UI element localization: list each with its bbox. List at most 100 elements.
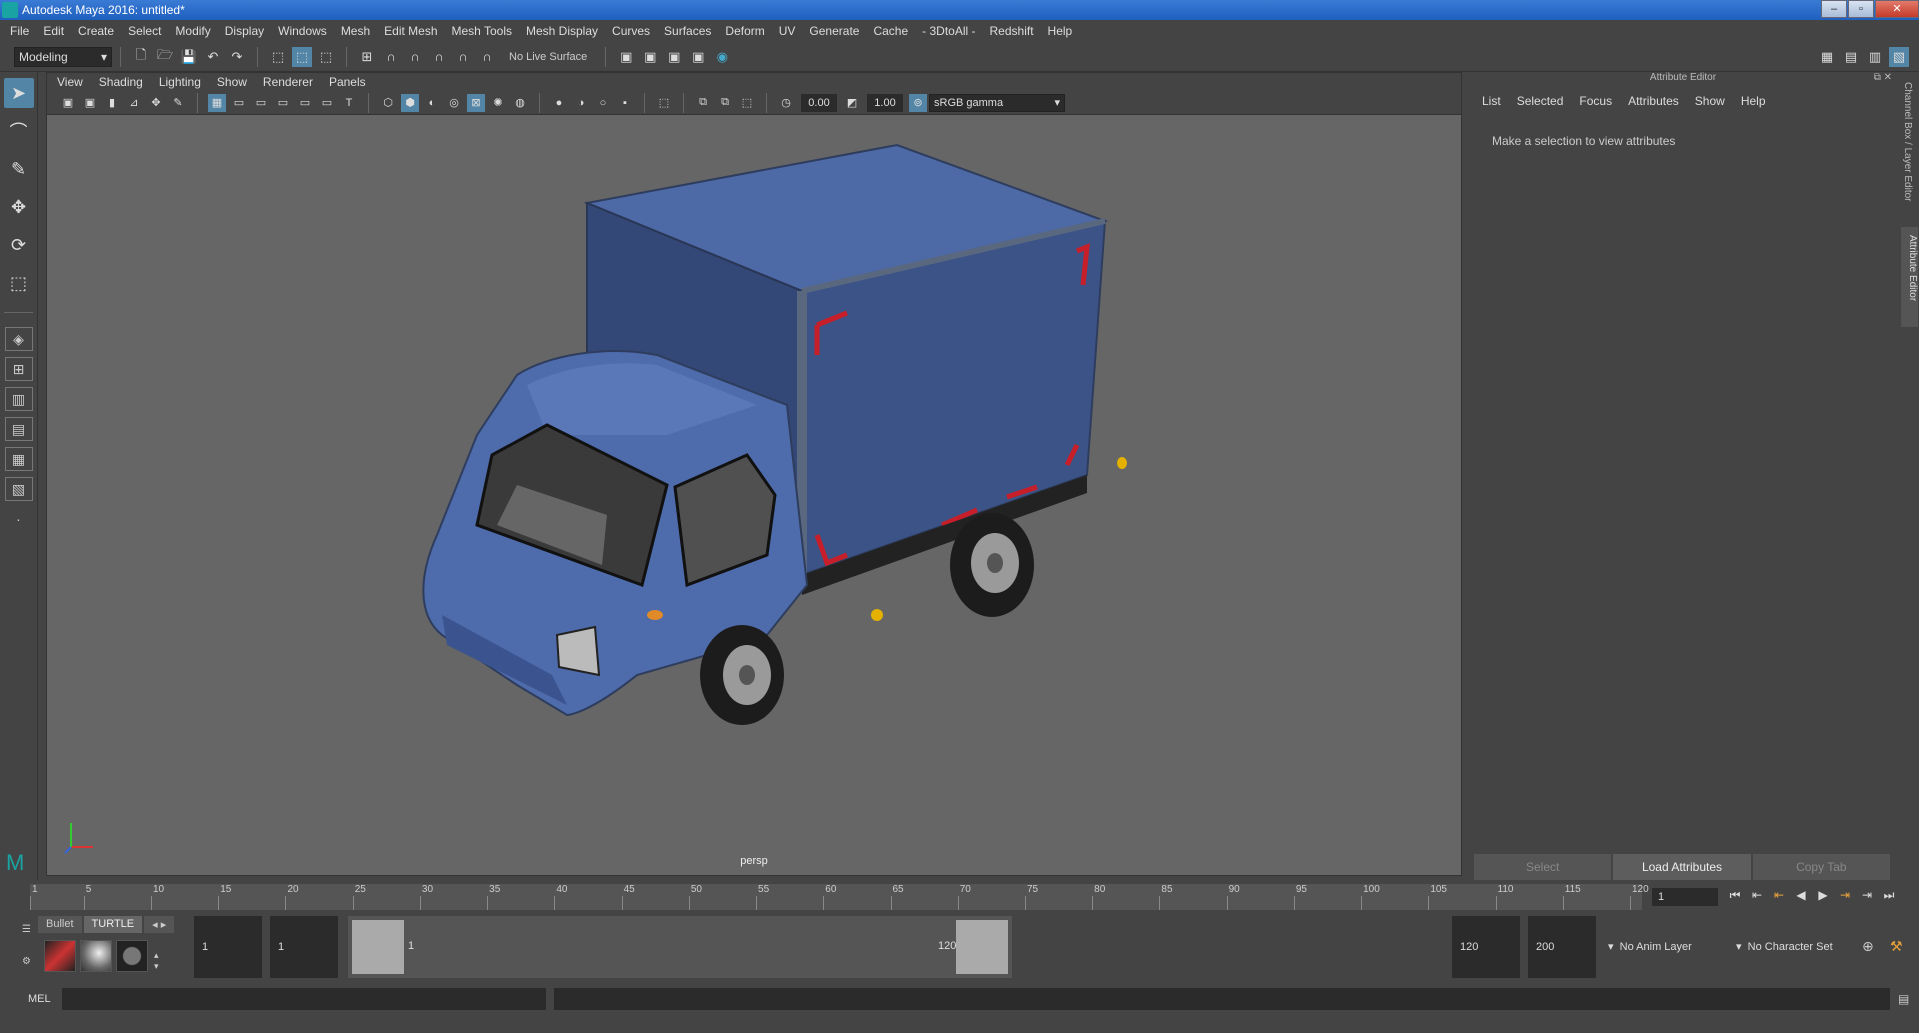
playback-end-field[interactable]: 120 (1452, 916, 1520, 978)
shadows-icon[interactable]: ◍ (511, 94, 529, 112)
use-all-lights-icon[interactable]: ✺ (489, 94, 507, 112)
render-icon[interactable]: ▣ (616, 47, 636, 67)
default-material-icon[interactable]: ◐ (423, 94, 441, 112)
current-frame-field[interactable]: 1 (1652, 888, 1718, 906)
vp-menu-lighting[interactable]: Lighting (159, 75, 201, 89)
xray-joints-icon[interactable]: ⧉ (694, 94, 712, 112)
go-to-start-icon[interactable]: ⏮ (1724, 888, 1746, 906)
undo-icon[interactable]: ↶ (203, 47, 223, 67)
snap-point-icon[interactable]: ∩ (405, 47, 425, 67)
textured-icon[interactable]: ◎ (445, 94, 463, 112)
resolution-gate-icon[interactable]: ▭ (252, 94, 270, 112)
menu-cache[interactable]: Cache (873, 24, 908, 38)
range-start-handle[interactable] (352, 920, 404, 974)
ae-menu-show[interactable]: Show (1695, 94, 1725, 108)
auto-key-icon[interactable]: ⊕ (1862, 938, 1874, 955)
smooth-shade-icon[interactable]: ⬢ (401, 93, 419, 112)
ae-menu-selected[interactable]: Selected (1517, 94, 1564, 108)
open-scene-icon[interactable]: 🗁 (155, 47, 175, 67)
snap-surface-icon[interactable]: ∩ (453, 47, 473, 67)
anti-alias-icon[interactable]: ○ (594, 94, 612, 112)
menu-mesh[interactable]: Mesh (341, 24, 370, 38)
render-settings-icon[interactable]: ▣ (664, 47, 684, 67)
grease-pencil-icon[interactable]: ✎ (169, 94, 187, 112)
menu-edit-mesh[interactable]: Edit Mesh (384, 24, 437, 38)
wireframe-icon[interactable]: ⬡ (379, 94, 397, 112)
ae-select-button[interactable]: Select (1474, 854, 1612, 880)
hypershade-layout-icon[interactable]: ▧ (4, 477, 33, 501)
menu-generate[interactable]: Generate (809, 24, 859, 38)
gate-mask-icon[interactable]: ▭ (274, 94, 292, 112)
live-surface-label[interactable]: No Live Surface (509, 51, 587, 63)
shelf-scroll-icon[interactable]: ▴ ▾ (154, 950, 159, 972)
bookmark-icon[interactable]: ▮ (103, 94, 121, 112)
exposure-field[interactable]: 0.00 (801, 93, 837, 112)
go-to-end-icon[interactable]: ⏭ (1878, 888, 1900, 906)
time-slider-track[interactable]: 1 5 10 15 20 25 30 35 40 45 50 55 60 65 70 75 80 85 90 95 10… (30, 884, 1649, 910)
field-chart-icon[interactable]: ▭ (296, 94, 314, 112)
modeling-toolkit-icon[interactable]: ▦ (1817, 47, 1837, 67)
select-component-icon[interactable]: ⬚ (316, 47, 336, 67)
truck-model[interactable] (47, 115, 1461, 875)
two-pane-layout-icon[interactable]: ▥ (4, 387, 33, 411)
image-plane-icon[interactable]: ⊿ (125, 94, 143, 112)
menu-mesh-display[interactable]: Mesh Display (526, 24, 598, 38)
playback-start-field[interactable]: 1 (270, 916, 338, 978)
anim-layer-dropdown[interactable]: ▾ No Anim Layer (1608, 916, 1738, 978)
range-end-handle[interactable] (956, 920, 1008, 974)
menu-windows[interactable]: Windows (278, 24, 327, 38)
character-set-dropdown[interactable]: ▾ No Character Set (1736, 916, 1866, 978)
anim-prefs-icon[interactable]: ⚒ (1890, 938, 1903, 955)
menu-uv[interactable]: UV (779, 24, 796, 38)
vp-menu-renderer[interactable]: Renderer (263, 75, 313, 89)
menu-edit[interactable]: Edit (43, 24, 64, 38)
hypershade-icon[interactable]: ▣ (688, 47, 708, 67)
shelf-tab-bullet[interactable]: Bullet (38, 916, 82, 933)
maximize-button[interactable]: ▫ (1848, 0, 1874, 18)
new-scene-icon[interactable]: 🗋 (131, 47, 151, 67)
ae-copy-tab-button[interactable]: Copy Tab (1752, 854, 1890, 880)
menu-display[interactable]: Display (225, 24, 264, 38)
vp-menu-shading[interactable]: Shading (99, 75, 143, 89)
menu-3dtoall[interactable]: - 3DtoAll - (922, 24, 975, 38)
camera-icon[interactable]: ▣ (59, 94, 77, 112)
shelf-tab-turtle[interactable]: TURTLE (83, 916, 143, 933)
minimize-button[interactable]: – (1821, 0, 1847, 18)
isolate-select-icon[interactable]: ⬚ (655, 94, 673, 112)
menu-file[interactable]: File (10, 24, 29, 38)
paint-select-tool-icon[interactable]: ✎ (4, 154, 34, 184)
menu-modify[interactable]: Modify (175, 24, 210, 38)
shelf-settings-icon[interactable]: ⚙ (22, 956, 31, 967)
command-input[interactable] (62, 988, 546, 1010)
channel-box-icon[interactable]: ▧ (1889, 46, 1909, 67)
menu-deform[interactable]: Deform (725, 24, 764, 38)
color-management-icon[interactable]: ⊚ (909, 93, 927, 112)
select-tool-icon[interactable]: ➤ (3, 78, 34, 108)
menu-curves[interactable]: Curves (612, 24, 650, 38)
step-back-key-icon[interactable]: ⇤ (1768, 888, 1790, 906)
close-button[interactable]: ✕ (1875, 0, 1919, 18)
ae-load-attributes-button[interactable]: Load Attributes (1613, 854, 1751, 880)
viewport-persp[interactable]: View Shading Lighting Show Renderer Pane… (46, 72, 1462, 876)
2d-pan-icon[interactable]: ✥ (147, 94, 165, 112)
move-tool-icon[interactable]: ✥ (4, 192, 34, 222)
snap-live-icon[interactable]: ∩ (477, 47, 497, 67)
vp-menu-panels[interactable]: Panels (329, 75, 366, 89)
single-pane-layout-icon[interactable]: ◈ (4, 327, 33, 351)
safe-action-icon[interactable]: ▭ (318, 94, 336, 112)
persp-outliner-layout-icon[interactable]: ▤ (4, 417, 33, 441)
step-forward-frame-icon[interactable]: ⇥ (1856, 888, 1878, 906)
persp-graph-layout-icon[interactable]: ▦ (4, 447, 33, 471)
ipr-render-icon[interactable]: ▣ (640, 47, 660, 67)
redo-icon[interactable]: ↷ (227, 47, 247, 67)
snap-curve-icon[interactable]: ∩ (381, 47, 401, 67)
shelf-menu-icon[interactable]: ☰ (22, 924, 31, 935)
gamma-field[interactable]: 1.00 (867, 93, 903, 112)
menu-redshift[interactable]: Redshift (990, 24, 1034, 38)
range-slider[interactable]: 1 120 (348, 916, 1012, 978)
select-object-icon[interactable]: ⬚ (292, 46, 312, 67)
ae-menu-list[interactable]: List (1482, 94, 1501, 108)
ambient-occlusion-icon[interactable]: ● (550, 94, 568, 112)
channel-box-tab[interactable]: Channel Box / Layer Editor (1902, 82, 1913, 202)
shelf-tab-scroll-icon[interactable]: ◂ ▸ (144, 916, 175, 933)
